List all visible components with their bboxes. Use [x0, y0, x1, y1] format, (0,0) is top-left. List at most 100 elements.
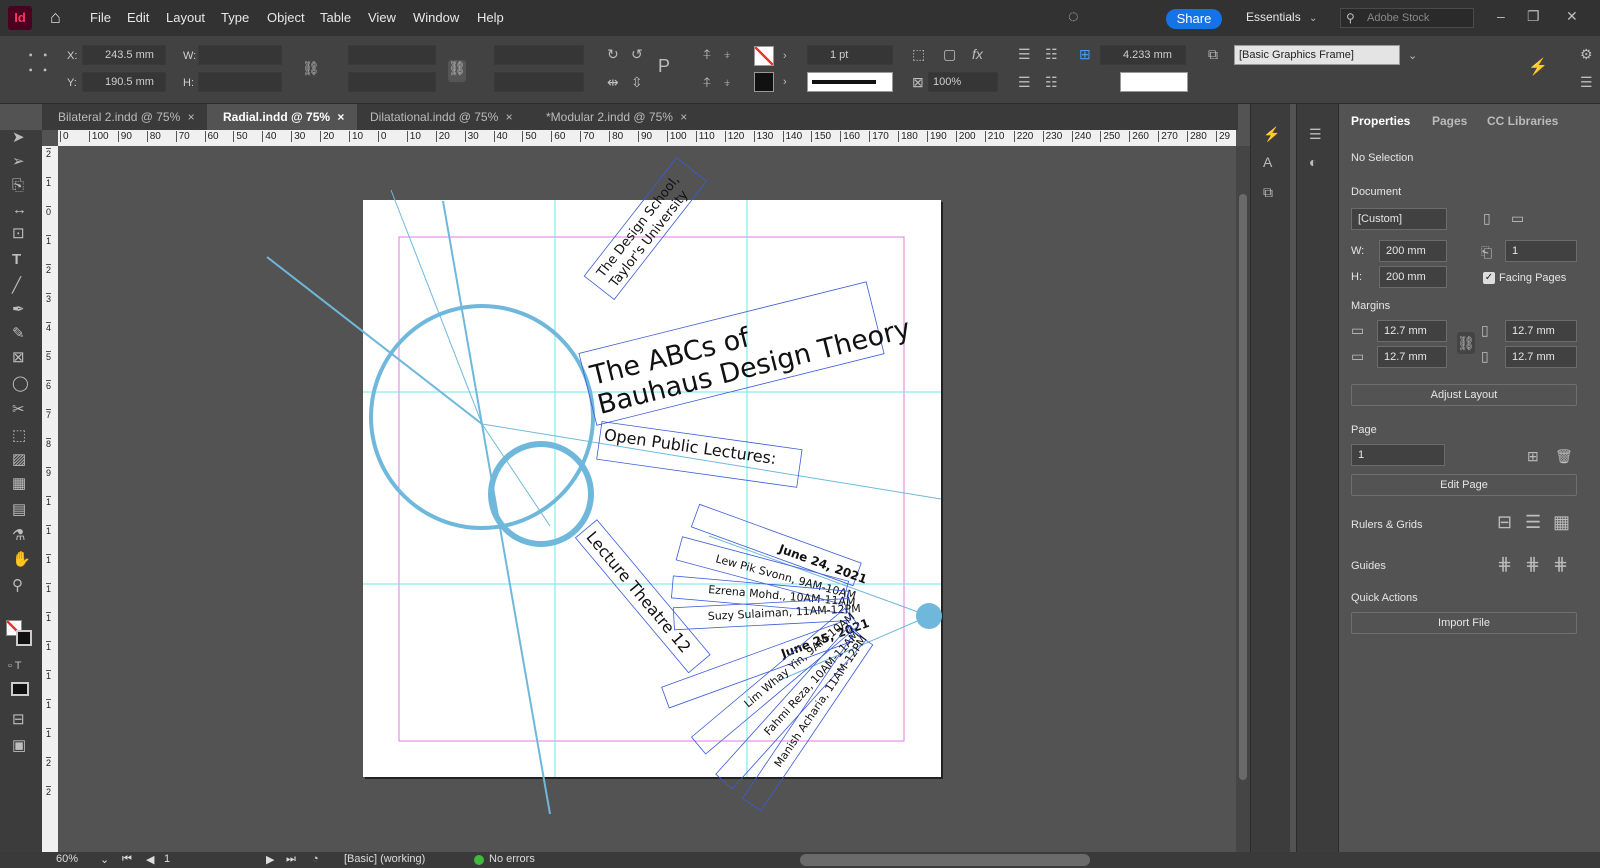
document-height-field[interactable]: 200 mm	[1379, 266, 1447, 288]
eyedropper-tool-icon[interactable]: ⚗	[12, 528, 25, 544]
type-tool-icon[interactable]: T	[12, 252, 21, 268]
hand-tool-icon[interactable]: ✋	[12, 552, 31, 568]
document-grid-icon[interactable]: ▦	[1553, 513, 1570, 531]
preview-mode-icon[interactable]: ▣	[12, 738, 26, 754]
show-guides-icon[interactable]: ⋕	[1497, 555, 1512, 573]
width-field[interactable]	[198, 45, 282, 65]
subtitle-text-frame[interactable]: Open Public Lectures:	[596, 421, 803, 488]
link-margins-icon[interactable]: ⛓	[1457, 332, 1475, 354]
landscape-orientation-icon[interactable]: ▭	[1511, 210, 1524, 226]
normal-view-icon[interactable]	[11, 682, 29, 696]
rotation-field[interactable]	[494, 45, 584, 65]
gutter-field[interactable]: 4.233 mm	[1100, 45, 1186, 65]
formatting-container-icon[interactable]: ▫ T	[8, 658, 21, 674]
direct-selection-tool-icon[interactable]: ➢	[12, 154, 25, 170]
frame-fitting-icon[interactable]: ⬚	[912, 46, 925, 62]
page-dropdown[interactable]: 1	[1351, 444, 1445, 466]
gear-icon[interactable]: ⚙	[1580, 46, 1593, 62]
stroke-swatch[interactable]	[16, 630, 32, 646]
workspace-switcher[interactable]: Essentials	[1246, 10, 1301, 24]
link-icon[interactable]: ⛓	[448, 60, 466, 82]
chevron-right-icon[interactable]: ›	[783, 48, 787, 64]
adobe-stock-search[interactable]: Adobe Stock	[1340, 8, 1474, 28]
rotate-ccw-icon[interactable]: ↺	[631, 46, 643, 62]
adjust-layout-button[interactable]: Adjust Layout	[1351, 384, 1577, 406]
select-next-icon[interactable]: ⍖	[723, 74, 731, 90]
menu-help[interactable]: Help	[477, 10, 504, 25]
trash-icon[interactable]: 🗑	[1555, 448, 1573, 464]
rulers-icon[interactable]: ⊟	[1497, 513, 1512, 531]
portrait-orientation-icon[interactable]: ▯	[1483, 210, 1491, 226]
tab-properties[interactable]: Properties	[1351, 114, 1410, 128]
add-page-icon[interactable]: ⊞	[1527, 448, 1539, 464]
close-tab-icon[interactable]: ×	[680, 110, 687, 124]
y-position-field[interactable]: 190.5 mm	[82, 72, 166, 92]
restore-icon[interactable]: ❐	[1527, 8, 1540, 24]
venue-text-frame[interactable]: Lecture Theatre 12	[574, 519, 711, 674]
tab-dilatational[interactable]: Dilatational.indd @ 75% ×	[354, 104, 524, 130]
tab-bilateral[interactable]: Bilateral 2.indd @ 75% ×	[42, 104, 214, 130]
screen-mode-icon[interactable]: ⊟	[12, 712, 25, 728]
scroll-thumb[interactable]	[1239, 194, 1247, 780]
margin-inside-field[interactable]: 12.7 mm	[1505, 320, 1577, 342]
pencil-tool-icon[interactable]: ✎	[12, 326, 25, 342]
scissors-tool-icon[interactable]: ✂	[12, 402, 25, 418]
fill-stroke-swatches[interactable]	[6, 620, 36, 650]
first-page-icon[interactable]: ⏮	[122, 853, 132, 866]
vertical-scrollbar[interactable]	[1236, 146, 1250, 852]
menu-layout[interactable]: Layout	[166, 10, 205, 25]
preflight-profile[interactable]: [Basic] (working)	[344, 853, 425, 865]
align-distribute-icon[interactable]: ☷	[1045, 74, 1058, 90]
align-left-icon[interactable]: ☰	[1018, 46, 1031, 62]
page-tool-icon[interactable]: ⎘	[12, 178, 24, 194]
align-center-icon[interactable]: ☷	[1045, 46, 1058, 62]
chevron-right-icon[interactable]: ›	[783, 74, 787, 90]
gradient-feather-tool-icon[interactable]: ▦	[12, 476, 26, 492]
stroke-style-icon[interactable]: ▢	[943, 46, 956, 62]
close-icon[interactable]: ✕	[1566, 8, 1578, 24]
close-tab-icon[interactable]: ×	[337, 110, 344, 124]
rectangle-frame-tool-icon[interactable]: ⊠	[12, 350, 25, 366]
frame-preview[interactable]	[1120, 72, 1188, 92]
flip-vertical-icon[interactable]: ⇳	[631, 74, 643, 90]
selection-tool-icon[interactable]: ➤	[12, 130, 25, 146]
chevron-down-icon[interactable]: ⌄	[1408, 48, 1417, 64]
flip-horizontal-icon[interactable]: ⇹	[607, 74, 619, 90]
constrain-proportions-icon[interactable]: ⛓	[302, 60, 320, 76]
tab-modular[interactable]: *Modular 2.indd @ 75% ×	[530, 104, 700, 130]
links-panel-icon[interactable]: ⧉	[1263, 184, 1273, 200]
opacity-field[interactable]: 100%	[928, 72, 998, 92]
scale-x-field[interactable]	[348, 45, 436, 65]
smart-guides-icon[interactable]: ⋕	[1553, 555, 1568, 573]
stroke-weight-field[interactable]: 1 pt	[807, 45, 893, 65]
layers-icon[interactable]: ☰	[1309, 126, 1322, 142]
select-container-icon[interactable]: ⍏	[703, 46, 711, 62]
previous-page-icon[interactable]: ◀	[146, 853, 154, 866]
text-path-icon[interactable]: P	[658, 57, 670, 75]
next-page-icon[interactable]: ▶	[266, 853, 274, 866]
height-field[interactable]	[198, 72, 282, 92]
fill-swatch[interactable]	[754, 46, 774, 66]
margin-top-field[interactable]: 12.7 mm	[1377, 320, 1447, 342]
document-width-field[interactable]: 200 mm	[1379, 240, 1447, 262]
facing-pages-checkbox[interactable]: ✓	[1483, 272, 1495, 284]
reference-point-icon[interactable]: ⸬	[28, 52, 48, 76]
shear-field[interactable]	[494, 72, 584, 92]
ellipse-tool-icon[interactable]: ◯	[12, 376, 29, 392]
scale-y-field[interactable]	[348, 72, 436, 92]
share-button[interactable]: Share	[1166, 9, 1222, 29]
margin-outside-field[interactable]: 12.7 mm	[1505, 346, 1577, 368]
note-tool-icon[interactable]: ▤	[12, 502, 26, 518]
pasteboard[interactable]: The Design School, Taylor's University T…	[58, 146, 1236, 852]
x-position-field[interactable]: 243.5 mm	[82, 45, 166, 65]
school-text-frame[interactable]: The Design School, Taylor's University	[583, 157, 708, 300]
document-preset-dropdown[interactable]: [Custom]	[1351, 208, 1447, 230]
align-spread-icon[interactable]: ☰	[1018, 74, 1031, 90]
tab-pages[interactable]: Pages	[1432, 114, 1467, 128]
stroke-swatch[interactable]	[754, 72, 774, 92]
preflight-status[interactable]: No errors	[489, 853, 535, 865]
pages-count-field[interactable]: 1	[1505, 240, 1577, 262]
select-previous-icon[interactable]: ⍏	[703, 74, 711, 90]
menu-object[interactable]: Object	[267, 10, 305, 25]
import-file-button[interactable]: Import File	[1351, 612, 1577, 634]
